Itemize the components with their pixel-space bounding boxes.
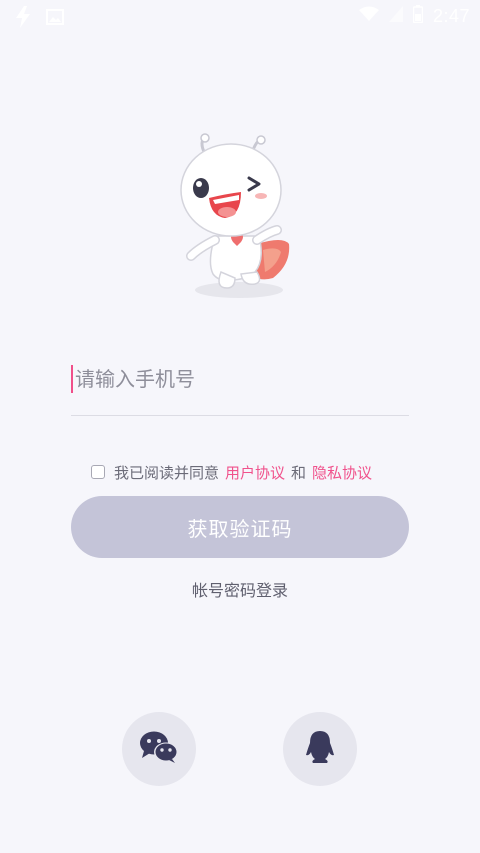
wechat-login-button[interactable] bbox=[122, 712, 196, 786]
account-login-link[interactable]: 帐号密码登录 bbox=[0, 577, 480, 601]
phone-input[interactable] bbox=[75, 361, 395, 397]
status-bar: 2:47 bbox=[0, 0, 480, 34]
wechat-icon bbox=[139, 730, 179, 768]
status-time: 2:47 bbox=[432, 5, 470, 26]
get-code-button[interactable]: 获取验证码 bbox=[71, 496, 409, 558]
wifi-icon bbox=[358, 6, 379, 26]
image-icon bbox=[46, 9, 64, 29]
agreement-row: 我已阅读并同意 用户协议 和 隐私协议 bbox=[91, 461, 378, 483]
agreement-prefix: 我已阅读并同意 bbox=[114, 463, 220, 482]
login-screen: 2:47 请输入手机号 我已阅读并同意 用户协议 和 隐私协议 获取验证码 帐号… bbox=[0, 0, 480, 853]
privacy-policy-link[interactable]: 隐私协议 bbox=[312, 462, 372, 483]
signal-icon bbox=[388, 6, 403, 26]
battery-icon bbox=[412, 5, 424, 27]
mascot-illustration bbox=[165, 132, 305, 304]
status-icons: 2:47 bbox=[358, 5, 470, 27]
agreement-checkbox[interactable] bbox=[91, 465, 105, 479]
bolt-icon bbox=[14, 6, 32, 32]
qq-icon bbox=[305, 730, 335, 768]
user-agreement-link[interactable]: 用户协议 bbox=[225, 462, 285, 483]
qq-login-button[interactable] bbox=[283, 712, 357, 786]
text-cursor bbox=[71, 365, 73, 393]
agreement-conjunction: 和 bbox=[291, 463, 307, 482]
phone-field bbox=[71, 355, 409, 416]
